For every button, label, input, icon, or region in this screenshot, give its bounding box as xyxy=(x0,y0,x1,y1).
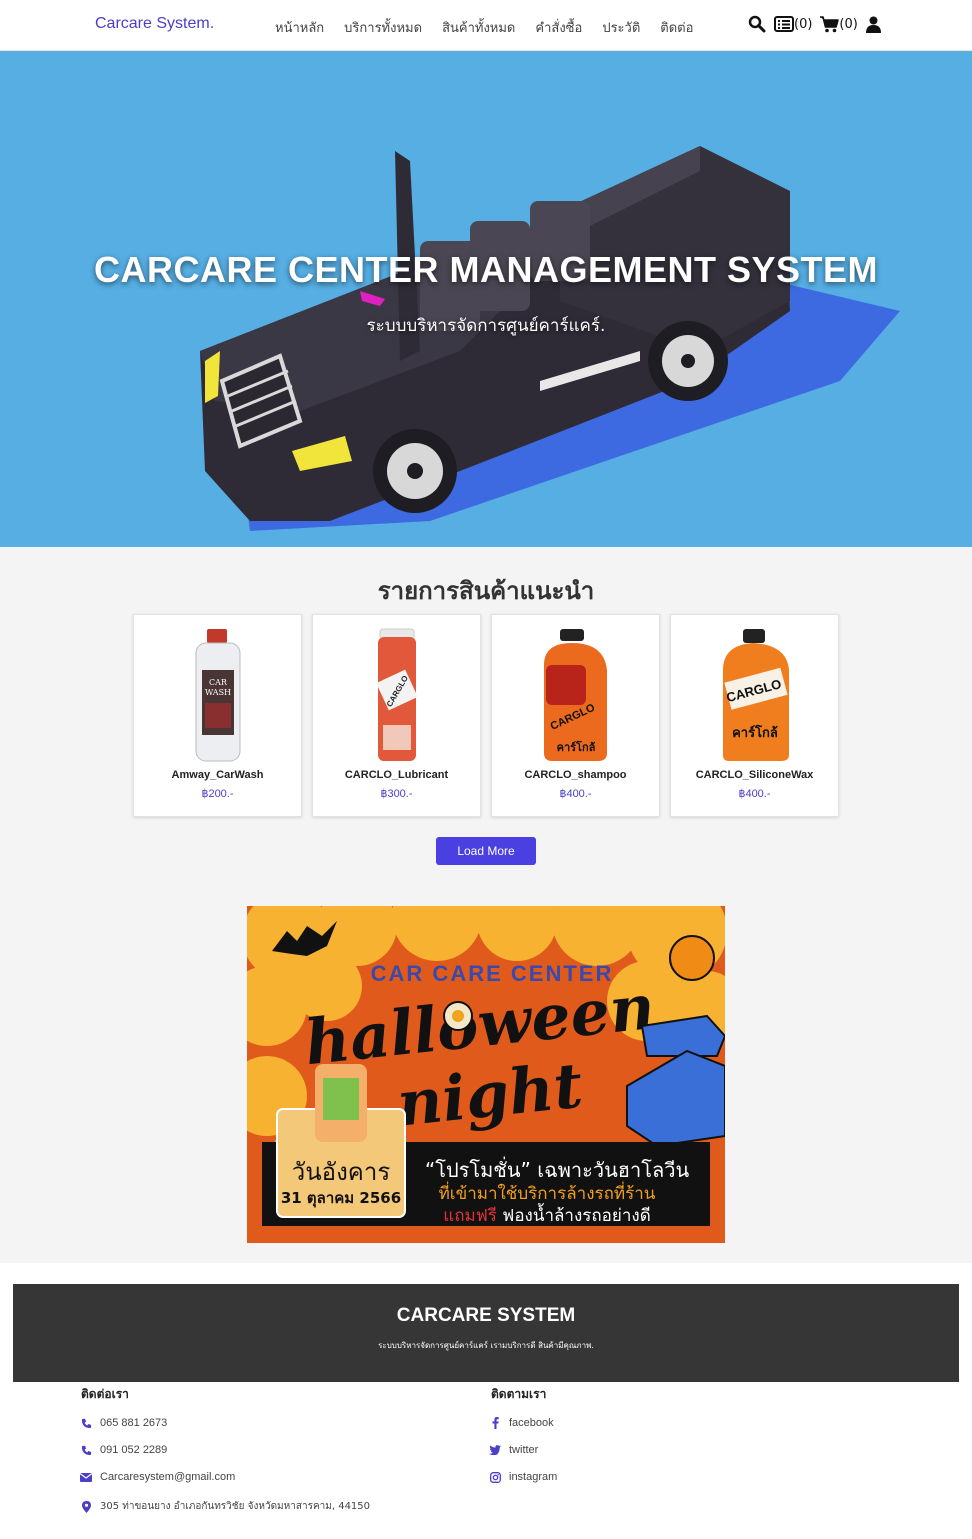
product-card[interactable]: CARGLO CARCLO_Lubricant ฿300.- xyxy=(312,614,481,817)
phone-icon xyxy=(79,1445,93,1456)
footer-description: ระบบบริหารจัดการศูนย์คาร์แคร์ เรามบริการ… xyxy=(378,1341,594,1350)
nav-link-contact[interactable]: ติดต่อ xyxy=(660,17,693,38)
svg-text:คาร์โกล้: คาร์โกล้ xyxy=(557,740,596,754)
phone-icon xyxy=(79,1418,93,1429)
halloween-promo-banner[interactable]: CAR CARE CENTER halloween night วันอังคา… xyxy=(247,906,725,1243)
product-image: CAR WASH xyxy=(195,629,241,762)
svg-text:CAR: CAR xyxy=(209,678,228,687)
contact-phone-1[interactable]: 065 881 2673 xyxy=(79,1417,167,1429)
social-link-instagram[interactable]: instagram xyxy=(488,1471,557,1483)
cart-count: (0) xyxy=(839,16,858,32)
svg-text:31 ตุลาคม 2566: 31 ตุลาคม 2566 xyxy=(281,1189,401,1208)
section-title: รายการสินค้าแนะนำ xyxy=(377,577,595,605)
product-card[interactable]: CARGLO คาร์โกล้ CARCLO_shampoo ฿400.- xyxy=(491,614,660,817)
user-icon[interactable] xyxy=(865,16,881,33)
product-image: CARGLO คาร์โกล้ xyxy=(723,629,789,761)
recommended-products-section: รายการสินค้าแนะนำ CAR WASH Amway_CarWash… xyxy=(0,547,972,1263)
svg-text:WASH: WASH xyxy=(205,688,231,697)
product-name: Amway_CarWash xyxy=(171,769,264,781)
nav-link-orders[interactable]: คำสั่งซื้อ xyxy=(535,17,582,38)
nav-link-services[interactable]: บริการทั้งหมด xyxy=(344,17,422,38)
follow-title: ติดตามเรา xyxy=(491,1387,547,1401)
product-card[interactable]: CAR WASH Amway_CarWash ฿200.- xyxy=(133,614,302,817)
load-more-button[interactable]: Load More xyxy=(436,837,536,865)
product-name: CARCLO_SiliconeWax xyxy=(695,769,814,781)
cart-button[interactable]: (0) xyxy=(820,15,858,33)
orders-button[interactable]: (0) xyxy=(774,16,812,32)
product-card[interactable]: CARGLO คาร์โกล้ CARCLO_SiliconeWax ฿400.… xyxy=(670,614,839,817)
social-link-twitter[interactable]: twitter xyxy=(488,1444,538,1456)
product-image: CARGLO xyxy=(376,628,418,761)
cart-icon xyxy=(820,15,840,32)
svg-text:ที่เข้ามาใช้บริการล้างรถที่ร้า: ที่เข้ามาใช้บริการล้างรถที่ร้าน xyxy=(439,1181,656,1204)
footer-title: CARCARE SYSTEM xyxy=(396,1305,576,1326)
envelope-icon xyxy=(79,1472,93,1482)
twitter-icon xyxy=(488,1445,502,1455)
product-price: ฿400.- xyxy=(559,788,592,800)
hero-title: CARCARE CENTER MANAGEMENT SYSTEM xyxy=(93,249,879,290)
contact-address: 305 ท่าขอนยาง อำเภอกันทรวิชัย จังหวัดมหา… xyxy=(79,1499,370,1514)
svg-text:วันอังคาร: วันอังคาร xyxy=(292,1158,391,1186)
product-price: ฿400.- xyxy=(738,788,771,800)
product-name: CARCLO_Lubricant xyxy=(344,769,449,781)
instagram-icon xyxy=(488,1471,502,1483)
svg-text:แถมฟรี ฟองน้ำล้างรถอย่างดี: แถมฟรี ฟองน้ำล้างรถอย่างดี xyxy=(443,1203,651,1226)
product-price: ฿300.- xyxy=(380,788,413,800)
contact-phone-2[interactable]: 091 052 2289 xyxy=(79,1444,167,1456)
product-name: CARCLO_shampoo xyxy=(524,769,627,781)
navbar: Carcare System. หน้าหลัก บริการทั้งหมด ส… xyxy=(0,0,972,51)
nav-links: หน้าหลัก บริการทั้งหมด สินค้าทั้งหมด คำส… xyxy=(275,17,713,38)
orders-count: (0) xyxy=(794,16,813,32)
svg-text:คาร์โกล้: คาร์โกล้ xyxy=(732,724,778,741)
search-icon[interactable] xyxy=(748,15,766,33)
promo-artwork: CAR CARE CENTER halloween night วันอังคา… xyxy=(247,906,725,1243)
location-pin-icon xyxy=(79,1500,93,1513)
brand-logo[interactable]: Carcare System. xyxy=(95,15,214,33)
list-icon xyxy=(774,16,794,32)
footer-banner: CARCARE SYSTEM ระบบบริหารจัดการศูนย์คาร์… xyxy=(13,1284,959,1382)
product-price: ฿200.- xyxy=(201,788,234,800)
nav-link-history[interactable]: ประวัติ xyxy=(602,17,640,38)
hero-car-illustration xyxy=(200,146,900,531)
product-grid: CAR WASH Amway_CarWash ฿200.- CARGLO CAR… xyxy=(133,614,849,817)
pumpkin-icon xyxy=(669,935,715,981)
nav-link-products[interactable]: สินค้าทั้งหมด xyxy=(442,17,515,38)
product-image: CARGLO คาร์โกล้ xyxy=(544,629,607,761)
hero-subtitle: ระบบบริหารจัดการศูนย์คาร์แคร์. xyxy=(366,316,606,336)
nav-icons: (0) (0) xyxy=(748,15,889,33)
svg-text:“โปรโมชั่น” เฉพาะวันฮาโลวีน: “โปรโมชั่น” เฉพาะวันฮาโลวีน xyxy=(425,1156,690,1182)
social-link-facebook[interactable]: facebook xyxy=(488,1417,554,1429)
hero-banner: CARCARE CENTER MANAGEMENT SYSTEM ระบบบริ… xyxy=(0,51,972,547)
nav-link-home[interactable]: หน้าหลัก xyxy=(275,17,324,38)
contact-email[interactable]: Carcaresystem@gmail.com xyxy=(79,1471,235,1483)
contact-title: ติดต่อเรา xyxy=(81,1387,129,1401)
facebook-icon xyxy=(488,1417,502,1429)
